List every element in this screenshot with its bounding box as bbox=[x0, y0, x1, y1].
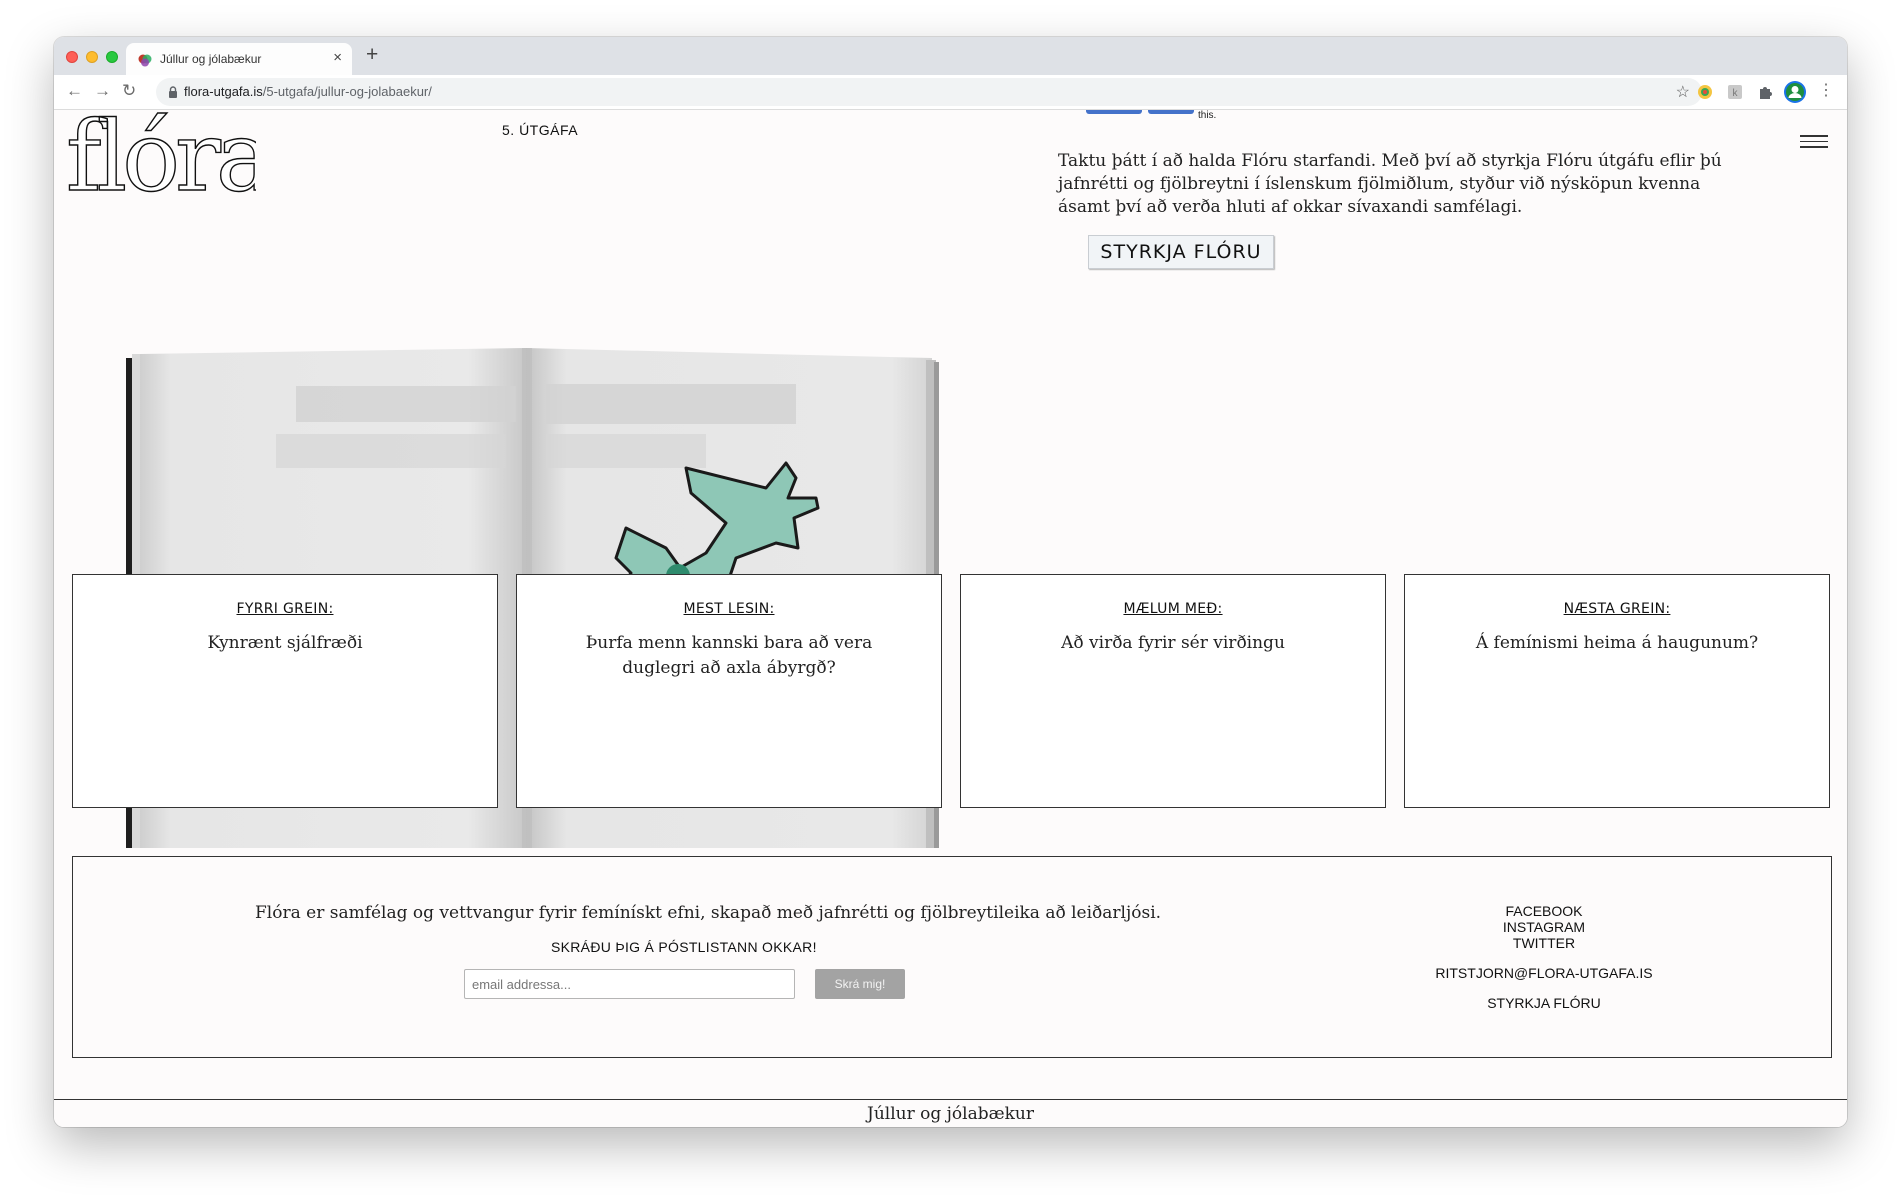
more-icon[interactable]: ⋮ bbox=[1818, 81, 1834, 101]
close-window-icon[interactable] bbox=[66, 51, 78, 63]
footer-links: FACEBOOK INSTAGRAM TWITTER RITSTJORN@FLO… bbox=[1429, 903, 1659, 1011]
card-title[interactable]: Að virða fyrir sér virðingu bbox=[1001, 631, 1345, 656]
facebook-link[interactable]: FACEBOOK bbox=[1429, 903, 1659, 919]
previous-article-card[interactable]: FYRRI GREIN: Kynrænt sjálfræði bbox=[72, 574, 498, 808]
twitter-link[interactable]: TWITTER bbox=[1429, 935, 1659, 951]
star-icon[interactable]: ☆ bbox=[1676, 82, 1690, 102]
close-tab-icon[interactable]: × bbox=[333, 50, 342, 65]
logo-text: flóra bbox=[66, 112, 256, 202]
page-content: flóra 5. ÚTGÁFA this. Taktu þátt í að ha… bbox=[54, 110, 1847, 1127]
facebook-share-button[interactable] bbox=[1148, 110, 1194, 114]
url-text: flora-utgafa.is/5-utgafa/jullur-og-jolab… bbox=[184, 84, 432, 99]
new-tab-icon[interactable]: + bbox=[366, 44, 378, 65]
card-title[interactable]: Kynrænt sjálfræði bbox=[113, 631, 457, 656]
site-favicon-icon bbox=[138, 54, 152, 67]
instagram-link[interactable]: INSTAGRAM bbox=[1429, 919, 1659, 935]
recommended-card[interactable]: MÆLUM MEÐ: Að virða fyrir sér virðingu bbox=[960, 574, 1386, 808]
forward-icon[interactable]: → bbox=[94, 81, 111, 101]
address-bar[interactable]: flora-utgafa.is/5-utgafa/jullur-og-jolab… bbox=[156, 78, 1702, 106]
menu-icon[interactable] bbox=[1800, 135, 1828, 149]
subscribe-button[interactable]: Skrá mig! bbox=[815, 969, 905, 999]
facebook-like-button[interactable] bbox=[1086, 110, 1142, 114]
footer-tagline: Flóra er samfélag og vettvangur fyrir fe… bbox=[255, 903, 1162, 923]
newsletter-label: SKRÁÐU ÞIG Á PÓSTLISTANN OKKAR! bbox=[551, 939, 817, 955]
extension-icon[interactable] bbox=[1696, 83, 1714, 101]
tab-title: Júllur og jólabækur bbox=[160, 52, 262, 66]
url-path: /5-utgafa/jullur-og-jolabaekur/ bbox=[262, 84, 432, 99]
maximize-window-icon[interactable] bbox=[106, 51, 118, 63]
card-label: MEST LESIN: bbox=[683, 601, 775, 617]
email-input[interactable] bbox=[464, 969, 795, 999]
tab-strip: Júllur og jólabækur × + bbox=[54, 37, 1847, 75]
card-title[interactable]: Á femínismi heima á haugunum? bbox=[1445, 631, 1789, 656]
reader-extension-icon[interactable]: k bbox=[1726, 83, 1744, 101]
card-label: MÆLUM MEÐ: bbox=[1123, 601, 1223, 617]
browser-window: Júllur og jólabækur × + ← → ↻ flora-utga… bbox=[54, 37, 1847, 1127]
site-footer: Flóra er samfélag og vettvangur fyrir fe… bbox=[72, 856, 1832, 1058]
most-read-card[interactable]: MEST LESIN: Þurfa menn kannski bara að v… bbox=[516, 574, 942, 808]
minimize-window-icon[interactable] bbox=[86, 51, 98, 63]
browser-toolbar: ← → ↻ flora-utgafa.is/5-utgafa/jullur-og… bbox=[54, 75, 1847, 110]
next-article-card[interactable]: NÆSTA GREIN: Á femínismi heima á haugunu… bbox=[1404, 574, 1830, 808]
bottom-article-title: Júllur og jólabækur bbox=[54, 1099, 1847, 1127]
url-host: flora-utgafa.is bbox=[184, 84, 263, 99]
puzzle-icon[interactable] bbox=[1756, 83, 1774, 101]
contact-email-link[interactable]: RITSTJORN@FLORA-UTGAFA.IS bbox=[1429, 965, 1659, 981]
footer-support-link[interactable]: STYRKJA FLÓRU bbox=[1429, 995, 1659, 1011]
support-text: Taktu þátt í að halda Flóru starfandi. M… bbox=[1058, 151, 1722, 217]
support-button[interactable]: STYRKJA FLÓRU bbox=[1088, 235, 1274, 269]
tab-active[interactable]: Júllur og jólabækur × bbox=[126, 43, 352, 75]
back-icon[interactable]: ← bbox=[66, 81, 83, 101]
facebook-share-text: this. bbox=[1198, 110, 1217, 121]
issue-label[interactable]: 5. ÚTGÁFA bbox=[502, 122, 578, 138]
lock-icon bbox=[169, 86, 177, 98]
site-logo[interactable]: flóra bbox=[66, 112, 256, 202]
card-label: NÆSTA GREIN: bbox=[1563, 601, 1671, 617]
reload-icon[interactable]: ↻ bbox=[122, 81, 136, 101]
profile-icon[interactable] bbox=[1784, 81, 1806, 103]
card-title[interactable]: Þurfa menn kannski bara að vera duglegri… bbox=[557, 631, 901, 681]
card-label: FYRRI GREIN: bbox=[236, 601, 334, 617]
